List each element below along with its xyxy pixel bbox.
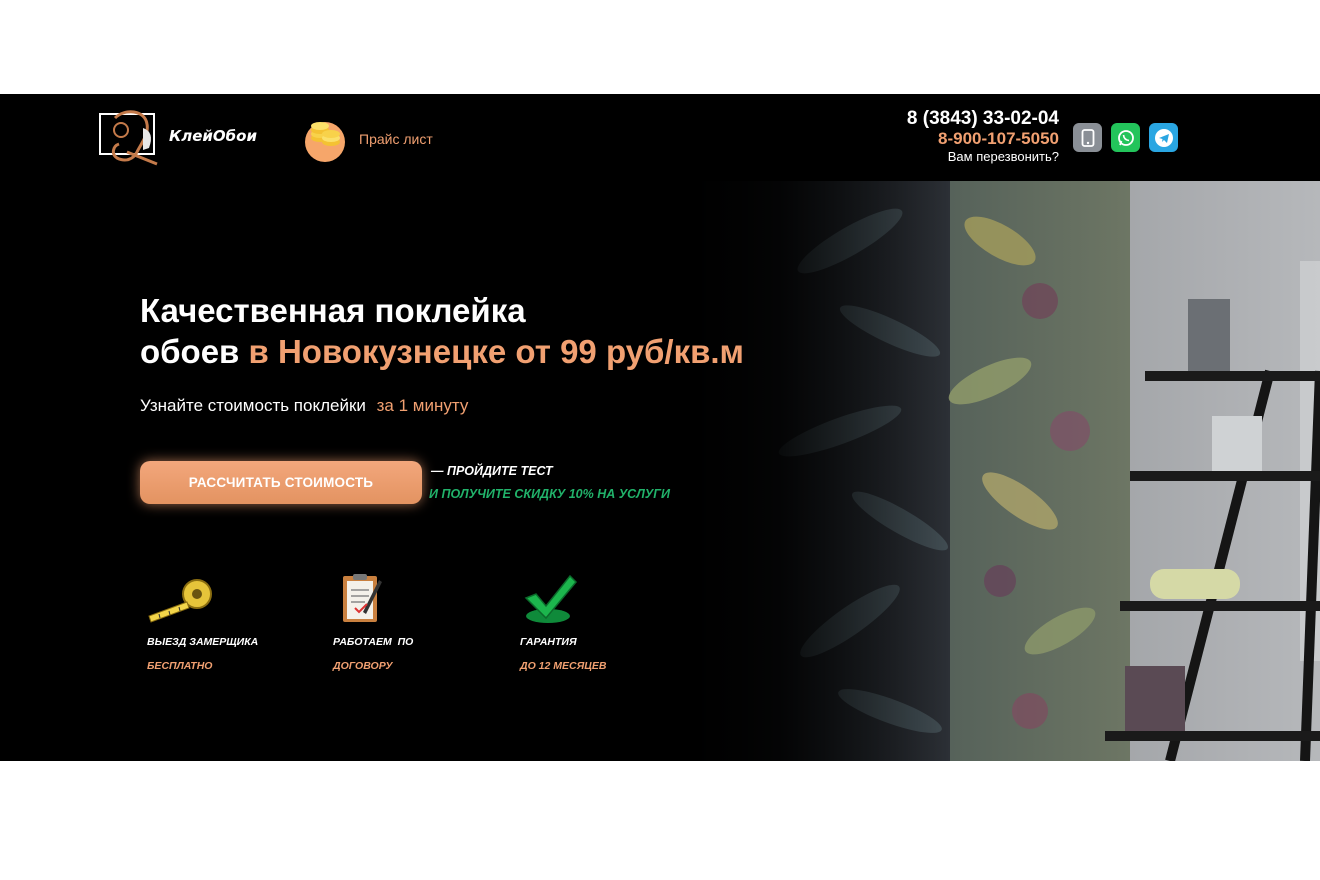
headline-accent: в Новокузнецке от 99 руб/кв.м	[248, 333, 744, 370]
subline-plain: Узнайте стоимость поклейки	[140, 396, 366, 415]
cta-note-test: — ПРОЙДИТЕ ТЕСТ	[431, 464, 553, 478]
hero-image-fade	[690, 181, 950, 761]
price-list-link[interactable]: Прайс лист	[303, 116, 433, 162]
feature-title: ГАРАНТИЯ	[520, 636, 577, 648]
callback-link[interactable]: Вам перезвонить?	[907, 148, 1059, 166]
feature-contract: РАБОТАЕМ ПО ДОГОВОРУ	[333, 572, 513, 672]
logo-text: КлейОбои	[169, 127, 257, 145]
telegram-button[interactable]	[1149, 123, 1178, 152]
headline-line-2: обоев в Новокузнецке от 99 руб/кв.м	[140, 331, 840, 372]
phone-button[interactable]	[1073, 123, 1102, 152]
headline-plain: обоев	[140, 333, 240, 370]
feature-title: РАБОТАЕМ ПО	[333, 636, 414, 648]
contact-phones: 8 (3843) 33-02-04 8-900-107-5050 Вам пер…	[907, 108, 1059, 166]
headline-line-1: Качественная поклейка	[140, 292, 526, 329]
cta-note-discount: И ПОЛУЧИТЕ СКИДКУ 10% НА УСЛУГИ	[429, 487, 670, 501]
whatsapp-icon	[1117, 129, 1134, 146]
feature-subtitle: БЕСПЛАТНО	[147, 660, 213, 672]
tape-measure-icon	[148, 579, 212, 623]
logo-emblem-icon	[99, 110, 158, 166]
calculate-cost-button[interactable]: РАССЧИТАТЬ СТОИМОСТЬ	[140, 461, 422, 504]
feature-measurer: ВЫЕЗД ЗАМЕРЩИКА БЕСПЛАТНО	[147, 572, 327, 672]
phone-icon	[1081, 128, 1094, 147]
clipboard-icon	[343, 574, 382, 622]
feature-subtitle: ДО 12 МЕСЯЦЕВ	[520, 660, 607, 672]
hero-headline: Качественная поклейка обоев в Новокузнец…	[140, 290, 840, 372]
site-logo[interactable]: КлейОбои	[97, 108, 257, 168]
checkmark-icon	[524, 574, 578, 623]
phone-primary[interactable]: 8 (3843) 33-02-04	[907, 108, 1059, 130]
price-list-label: Прайс лист	[359, 131, 433, 147]
feature-subtitle: ДОГОВОРУ	[333, 660, 393, 672]
coins-icon	[305, 122, 345, 162]
feature-warranty: ГАРАНТИЯ ДО 12 МЕСЯЦЕВ	[520, 572, 700, 672]
feature-title: ВЫЕЗД ЗАМЕРЩИКА	[147, 636, 259, 648]
phone-secondary[interactable]: 8-900-107-5050	[907, 130, 1059, 148]
subline-accent: за 1 минуту	[376, 396, 469, 415]
telegram-icon	[1154, 128, 1173, 147]
hero-subline: Узнайте стоимость поклейки за 1 минуту	[140, 396, 468, 416]
landing-page: КлейОбои Прайс лист 8 (3843) 33-02-04 8-…	[0, 94, 1320, 761]
whatsapp-button[interactable]	[1111, 123, 1140, 152]
